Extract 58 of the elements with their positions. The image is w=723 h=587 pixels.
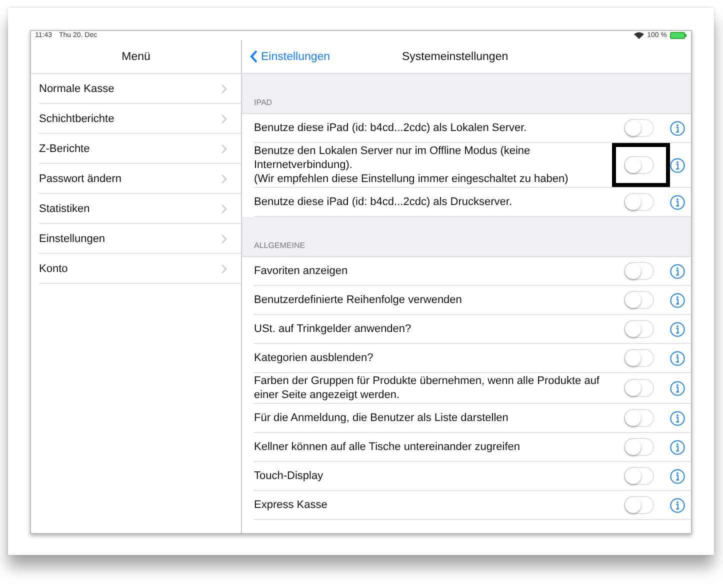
menu-item[interactable]: Normale Kasse [39,74,241,104]
menu-item[interactable]: Statistiken [39,194,241,224]
battery-icon [670,32,687,39]
toggle-switch[interactable] [624,262,654,280]
chevron-icon [221,204,227,214]
chevron-icon [221,234,227,244]
info-icon[interactable] [670,264,685,278]
setting-label: Benutzerdefinierte Reihenfolge verwenden [254,293,463,307]
toggle-switch[interactable] [624,156,654,174]
info-icon[interactable] [670,410,685,426]
toggle-switch[interactable] [624,379,654,397]
menu-item[interactable]: Schichtberichte [39,104,241,134]
toggle-switch[interactable] [624,438,654,456]
chevron-icon [221,264,227,274]
toggle-switch[interactable] [624,349,654,367]
info-icon[interactable] [670,468,685,484]
toggle-switch[interactable] [624,320,654,338]
setting-label: Farben der Gruppen für Produkte übernehmen, wenn alle Produkte auf einer Seite angezeigt werden. [254,374,600,402]
toggle-switch[interactable] [624,119,654,137]
toggle-switch[interactable] [624,193,654,211]
setting-label: Benutze den Lokalen Server nur im Offline Modus (keine Internetverbindung). (Wir empfehlen diese Einstellung immer eingeschaltet zu haben) [254,144,570,186]
back-chevron-icon [250,50,258,63]
page-title: Systemeinstellungen [402,50,508,62]
chevron-icon [221,84,227,94]
menu-title: Menü [122,50,150,62]
setting-label: Touch-Display [254,469,324,483]
info-icon[interactable] [670,322,685,336]
toggle-switch[interactable] [624,409,654,427]
info-icon[interactable] [670,350,685,366]
menu-item[interactable]: Passwort ändern [39,164,241,194]
info-icon[interactable] [670,498,685,512]
menu-item[interactable]: Z-Berichte [39,134,241,164]
back-button[interactable]: Einstellungen [250,50,330,63]
section-header: ALLGEMEINE [254,241,306,250]
setting-label: Benutze diese iPad (id: b4cd...2cdc) als Druckserver. [254,195,514,209]
toggle-switch[interactable] [624,467,654,485]
setting-label: Für die Anmeldung, die Benutzer als Liste darstellen [254,411,510,425]
setting-label: Favoriten anzeigen [254,264,349,278]
toggle-switch[interactable] [624,291,654,309]
chevron-icon [221,174,227,184]
wifi-icon [634,32,644,39]
setting-label: Express Kasse [254,498,328,512]
setting-label: Kategorien ausblenden? [254,351,374,365]
info-icon[interactable] [670,292,685,308]
setting-label: USt. auf Trinkgelder anwenden? [254,322,412,336]
menu-item[interactable]: Einstellungen [39,224,241,254]
info-icon[interactable] [670,440,685,454]
info-icon[interactable] [670,158,685,172]
setting-label: Kellner können auf alle Tische untereinander zugreifen [254,440,522,454]
info-icon[interactable] [670,380,685,396]
setting-label: Benutze diese iPad (id: b4cd...2cdc) als Lokalen Server. [254,121,528,135]
toggle-switch[interactable] [624,496,654,514]
info-icon[interactable] [670,194,685,210]
chevron-icon [221,114,227,124]
section-header: IPAD [254,98,272,107]
chevron-icon [221,144,227,154]
info-icon[interactable] [670,120,685,136]
menu-item[interactable]: Konto [39,254,241,284]
